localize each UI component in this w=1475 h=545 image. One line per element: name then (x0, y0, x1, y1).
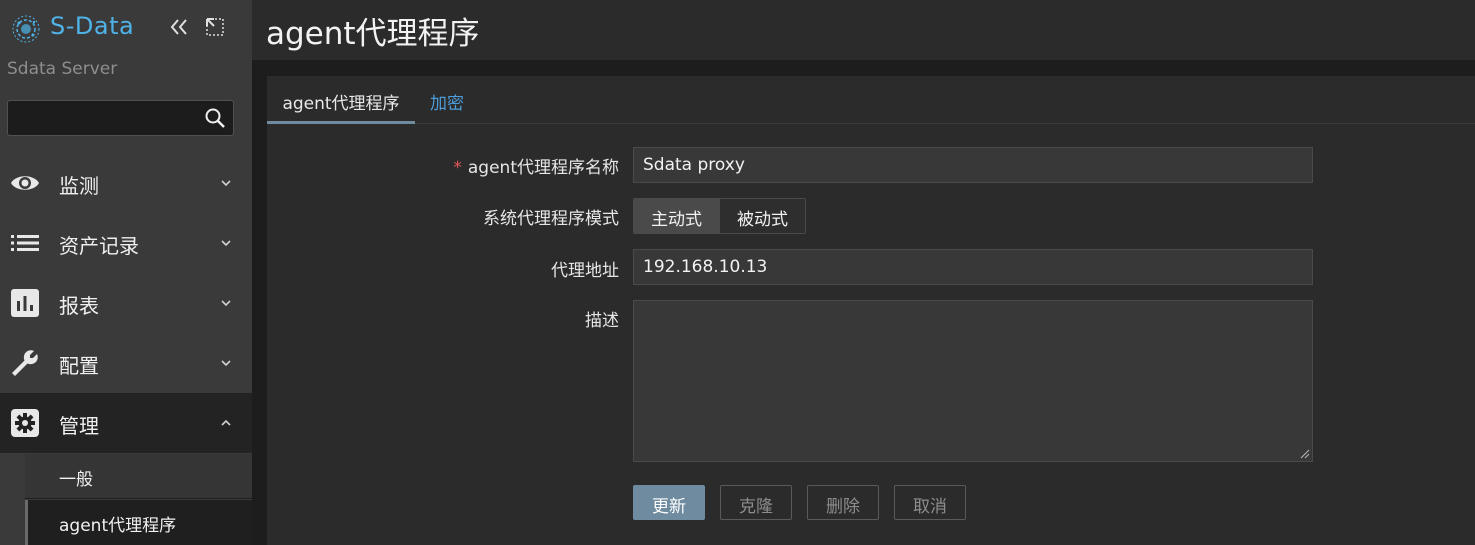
required-mark: * (453, 158, 462, 178)
collapse-sidebar-icon[interactable] (168, 16, 190, 38)
mode-active-button[interactable]: 主动式 (634, 199, 719, 233)
resize-handle-icon[interactable] (1298, 447, 1310, 459)
server-name: Sdata Server (7, 59, 118, 79)
menu-item-label: 报表 (59, 294, 99, 318)
search-box (7, 100, 234, 136)
submenu-item-general[interactable]: 一般 (25, 454, 252, 499)
proxy-mode-label: 系统代理程序模式 (483, 209, 619, 229)
search-input[interactable] (8, 101, 198, 135)
update-button[interactable]: 更新 (633, 485, 705, 520)
kiosk-mode-icon[interactable] (205, 17, 225, 37)
menu-item-reports[interactable]: 报表 (0, 273, 252, 333)
delete-button[interactable]: 删除 (807, 485, 879, 520)
chevron-down-icon (221, 300, 231, 307)
bar-chart-icon (11, 289, 39, 317)
proxy-name-label-text: agent代理程序名称 (467, 158, 619, 178)
eye-icon (11, 176, 39, 190)
proxy-address-input[interactable] (633, 249, 1313, 285)
menu-item-label: 资产记录 (59, 234, 139, 258)
brand: S-Data (0, 0, 252, 58)
menu-item-configuration[interactable]: 配置 (0, 333, 252, 393)
clone-button[interactable]: 克隆 (720, 485, 792, 520)
sdata-logo-icon (12, 15, 40, 43)
cancel-button[interactable]: 取消 (894, 485, 966, 520)
proxy-name-label: * agent代理程序名称 (453, 153, 619, 178)
list-icon (11, 235, 39, 251)
gear-icon (11, 409, 39, 437)
chevron-down-icon (221, 360, 231, 367)
menu-item-label: 配置 (59, 354, 99, 378)
menu-item-inventory[interactable]: 资产记录 (0, 213, 252, 273)
proxy-mode-toggle: 主动式 被动式 (633, 198, 806, 234)
sidebar: S-Data Sdata Server 监测 资产记录 报表 配置 管理 一般 … (0, 0, 252, 545)
chevron-down-icon (221, 180, 231, 187)
proxy-name-input[interactable] (633, 147, 1313, 183)
form-container: agent代理程序 加密 *agent代理程序名称 系统代理程序模式 主动式 被… (267, 76, 1475, 545)
submenu-item-agent-proxies[interactable]: agent代理程序 (25, 500, 252, 545)
chevron-up-icon (221, 419, 231, 426)
submenu-item-label: agent代理程序 (59, 516, 177, 536)
tab-agent-proxy[interactable]: agent代理程序 (267, 76, 415, 124)
menu-item-label: 管理 (59, 414, 99, 438)
description-label: 描述 (585, 311, 619, 331)
menu-item-monitoring[interactable]: 监测 (0, 153, 252, 213)
proxy-address-label: 代理地址 (551, 261, 619, 281)
brand-name: S-Data (50, 12, 135, 40)
menu-item-label: 监测 (59, 174, 99, 198)
description-textarea[interactable] (633, 300, 1313, 462)
submenu-item-label: 一般 (59, 470, 93, 490)
tab-encryption[interactable]: 加密 (430, 76, 490, 124)
wrench-icon (12, 350, 38, 376)
mode-passive-button[interactable]: 被动式 (719, 199, 805, 233)
chevron-down-icon (221, 240, 231, 247)
tab-bar: agent代理程序 加密 (267, 76, 1475, 124)
menu-item-administration[interactable]: 管理 (0, 393, 252, 453)
search-icon[interactable] (204, 107, 226, 129)
page-header: agent代理程序 (252, 0, 1475, 60)
page-title: agent代理程序 (266, 16, 480, 52)
